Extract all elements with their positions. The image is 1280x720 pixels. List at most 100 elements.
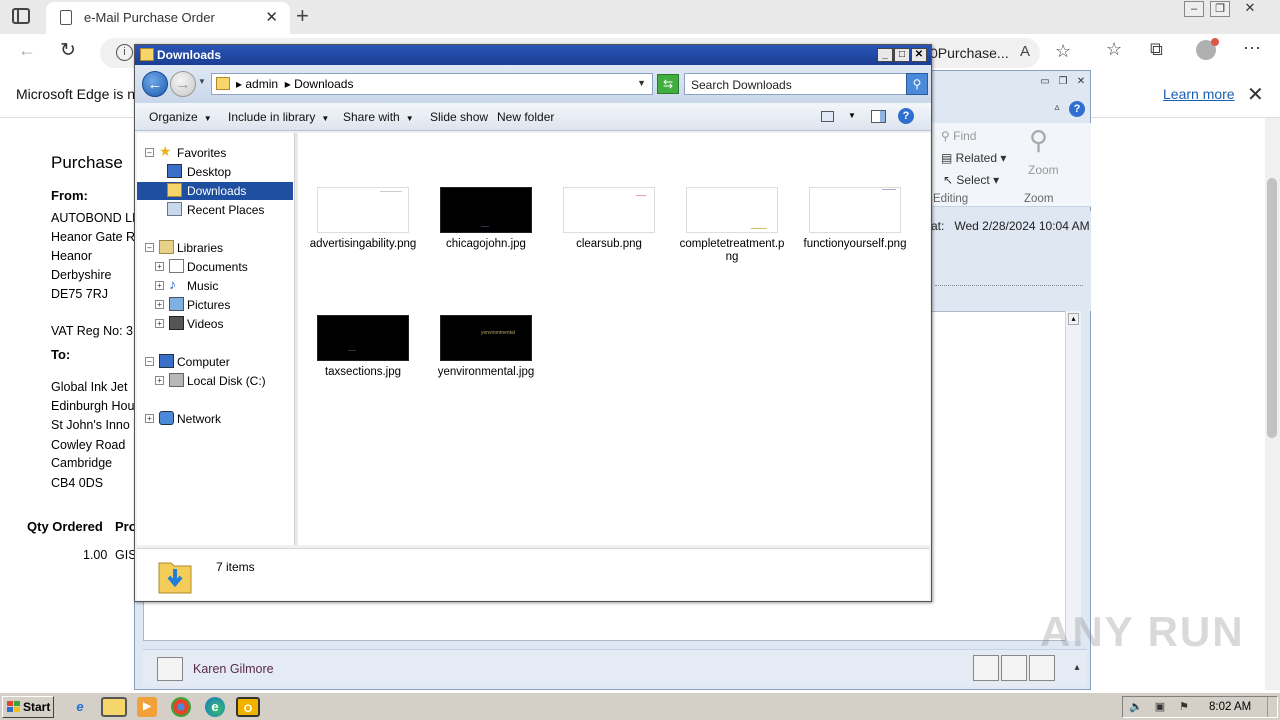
- zoom-button[interactable]: Zoom: [1028, 163, 1059, 177]
- media-player-icon[interactable]: ▶: [137, 697, 157, 717]
- nav-libraries[interactable]: – Libraries: [145, 239, 295, 257]
- help-icon[interactable]: ?: [1069, 101, 1085, 117]
- find-button[interactable]: ⚲ Find: [941, 129, 976, 143]
- avatar[interactable]: [973, 655, 999, 681]
- file-item[interactable]: taxsections.jpg: [308, 315, 418, 379]
- nav-network[interactable]: + Network: [145, 410, 295, 428]
- maximize-icon[interactable]: □: [894, 48, 910, 62]
- collections-icon[interactable]: ⧉: [1150, 39, 1163, 60]
- nav-local-disk[interactable]: + Local Disk (C:): [155, 372, 295, 390]
- change-view-icon[interactable]: [821, 111, 834, 122]
- nav-documents[interactable]: + Documents: [155, 258, 295, 276]
- nav-music[interactable]: + ♪ Music: [155, 276, 295, 295]
- minimize-icon[interactable]: –: [1184, 1, 1204, 17]
- hard-disk-icon: [169, 373, 184, 387]
- read-aloud-icon[interactable]: A: [1020, 43, 1030, 60]
- nav-recent-places[interactable]: Recent Places: [161, 201, 295, 219]
- message-scrollbar[interactable]: ▴: [1065, 311, 1081, 641]
- back-arrow-icon[interactable]: ←: [142, 71, 168, 97]
- expand-icon[interactable]: +: [145, 414, 154, 423]
- minimize-icon[interactable]: ▭: [1037, 76, 1053, 90]
- organize-button[interactable]: Organize ▼: [149, 110, 212, 124]
- chevron-down-icon[interactable]: ▼: [637, 78, 646, 88]
- avatar[interactable]: [1001, 655, 1027, 681]
- forward-arrow-icon[interactable]: →: [170, 71, 196, 97]
- profile-avatar[interactable]: [1196, 38, 1219, 60]
- close-icon[interactable]: ✕: [1073, 76, 1089, 90]
- select-button[interactable]: ↖ Select ▾: [943, 173, 999, 187]
- start-button[interactable]: Start: [2, 696, 54, 718]
- chrome-icon[interactable]: [171, 697, 191, 717]
- sender-name[interactable]: Karen Gilmore: [193, 662, 274, 676]
- close-icon[interactable]: ✕: [1247, 82, 1264, 107]
- refresh-icon[interactable]: ↻: [60, 39, 76, 62]
- expand-icon[interactable]: +: [155, 376, 164, 385]
- scrollbar-thumb[interactable]: [1267, 178, 1277, 438]
- expand-icon[interactable]: +: [155, 300, 164, 309]
- breadcrumb[interactable]: ▸ admin ▸ Downloads: [236, 77, 353, 91]
- learn-more-link[interactable]: Learn more: [1163, 86, 1235, 102]
- expand-icon[interactable]: +: [155, 319, 164, 328]
- nav-pictures[interactable]: + Pictures: [155, 296, 295, 314]
- related-button[interactable]: ▤ Related ▾: [941, 151, 1006, 165]
- new-folder-button[interactable]: New folder: [497, 110, 554, 124]
- edge-icon[interactable]: e: [205, 697, 225, 717]
- browser-tab-active[interactable]: e-Mail Purchase Order ✕: [46, 2, 290, 34]
- favorites-icon[interactable]: ☆: [1106, 39, 1122, 60]
- share-with-button[interactable]: Share with ▼: [343, 110, 414, 124]
- close-window-icon[interactable]: ✕: [1240, 1, 1260, 17]
- nav-desktop[interactable]: Desktop: [161, 163, 295, 181]
- nav-computer[interactable]: – Computer: [145, 353, 295, 371]
- search-icon[interactable]: ⚲: [906, 73, 928, 95]
- file-item[interactable]: clearsub.png: [554, 187, 664, 251]
- more-options-icon[interactable]: ⋯: [1243, 38, 1261, 59]
- collapse-ribbon-icon[interactable]: ▵: [1049, 102, 1065, 116]
- preview-pane-icon[interactable]: [871, 110, 886, 123]
- title-bar[interactable]: Downloads _ □ ✕: [135, 45, 931, 65]
- volume-icon[interactable]: 🔈: [1129, 700, 1143, 714]
- file-item[interactable]: completetreatment.png: [677, 187, 787, 264]
- file-item[interactable]: yenvironmental yenvironmental.jpg: [431, 315, 541, 379]
- minimize-icon[interactable]: _: [877, 48, 893, 62]
- tab-actions-icon[interactable]: [12, 8, 30, 24]
- clock[interactable]: 8:02 AM: [1209, 701, 1251, 713]
- refresh-icon[interactable]: ⇆: [657, 74, 679, 94]
- back-arrow-icon[interactable]: ←: [18, 40, 36, 61]
- outlook-icon[interactable]: O: [236, 697, 260, 717]
- search-input[interactable]: Search Downloads ⚲: [684, 73, 928, 95]
- explorer-taskbar-icon[interactable]: [101, 697, 127, 717]
- chevron-down-icon[interactable]: ▼: [848, 111, 856, 120]
- file-item[interactable]: chicagojohn.jpg: [431, 187, 541, 251]
- new-tab-icon[interactable]: +: [296, 3, 309, 29]
- site-info-icon[interactable]: i: [116, 44, 133, 61]
- file-item[interactable]: functionyourself.png: [800, 187, 910, 251]
- zoom-icon[interactable]: ⚲: [1029, 125, 1048, 156]
- help-icon[interactable]: ?: [898, 108, 914, 124]
- collapse-icon[interactable]: –: [145, 357, 154, 366]
- flag-icon[interactable]: ⚑: [1177, 700, 1191, 714]
- expand-icon[interactable]: +: [155, 262, 164, 271]
- restore-icon[interactable]: ❐: [1055, 76, 1071, 90]
- nav-favorites[interactable]: – ★ Favorites: [145, 143, 295, 162]
- address-bar[interactable]: ▸ admin ▸ Downloads ▼: [211, 73, 653, 95]
- internet-explorer-icon[interactable]: e: [70, 697, 90, 717]
- close-icon[interactable]: ✕: [911, 48, 927, 62]
- collapse-icon[interactable]: –: [145, 148, 154, 157]
- page-scrollbar[interactable]: [1265, 118, 1280, 690]
- scroll-up-icon[interactable]: ▴: [1068, 313, 1079, 325]
- restore-icon[interactable]: ❐: [1210, 1, 1230, 17]
- slide-show-button[interactable]: Slide show: [430, 110, 488, 124]
- close-tab-icon[interactable]: ✕: [265, 8, 278, 26]
- nav-videos[interactable]: + Videos: [155, 315, 295, 333]
- nav-downloads[interactable]: Downloads: [137, 182, 293, 200]
- recent-pages-icon[interactable]: ▼: [198, 77, 206, 86]
- collapse-icon[interactable]: –: [145, 243, 154, 252]
- avatar[interactable]: [1029, 655, 1055, 681]
- expand-icon[interactable]: +: [155, 281, 164, 290]
- expand-icon[interactable]: ▴: [1069, 662, 1085, 676]
- show-desktop-button[interactable]: [1267, 697, 1277, 717]
- file-item[interactable]: advertisingability.png: [308, 187, 418, 251]
- include-in-library-button[interactable]: Include in library ▼: [228, 110, 329, 124]
- add-favorite-icon[interactable]: ☆: [1055, 41, 1071, 62]
- network-icon[interactable]: ▣: [1153, 700, 1167, 714]
